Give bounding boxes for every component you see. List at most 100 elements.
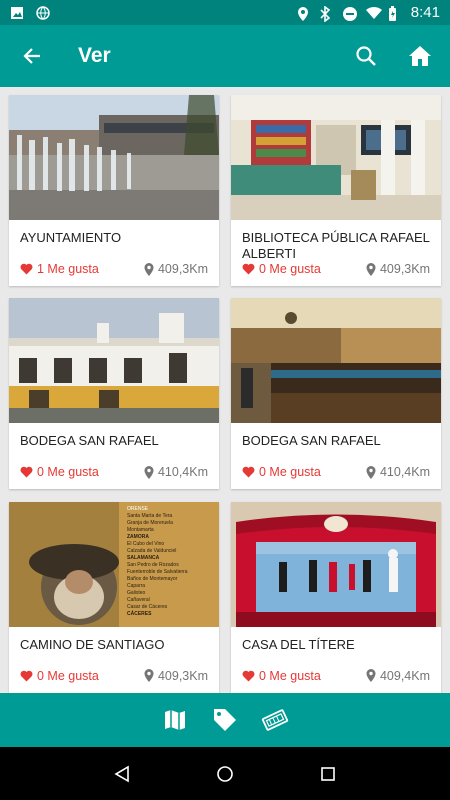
map-label: El Cubo del Vino <box>127 540 165 547</box>
like-button[interactable]: 0 Me gusta <box>20 669 99 683</box>
distance: 409,4Km <box>366 669 430 683</box>
place-name: BIBLIOTECA PÚBLICA RAFAEL ALBERTI <box>242 230 430 261</box>
globe-notification-icon <box>36 5 50 20</box>
map-label: SALAMANCA <box>127 554 160 561</box>
bluetooth-icon <box>319 4 333 23</box>
place-photo-ayuntamiento <box>9 95 219 220</box>
ticket-icon <box>261 709 289 731</box>
arrow-back-icon <box>23 48 40 64</box>
like-button[interactable]: 1 Me gusta <box>20 262 99 276</box>
likes-count: 1 Me gusta <box>37 262 99 276</box>
tags-button[interactable] <box>211 706 239 734</box>
location-pin-icon <box>144 465 154 479</box>
place-photo-camino-santiago: ORENSE Santa Marta de Tera Granja de Mor… <box>9 501 219 627</box>
distance-value: 410,4Km <box>157 465 208 480</box>
map-label: Granja de Moreruela <box>127 519 173 526</box>
like-button[interactable]: 0 Me gusta <box>242 262 321 276</box>
place-photo-casa-titere <box>231 501 441 627</box>
home-button[interactable] <box>400 36 440 76</box>
map-label: ZAMORA <box>127 533 149 540</box>
map-label: Fuenterroble de Salvatierra <box>127 568 188 575</box>
place-card[interactable]: BODEGA SAN RAFAEL 0 Me gusta 410,4Km <box>231 298 441 490</box>
likes-count: 0 Me gusta <box>37 668 99 683</box>
place-name: BODEGA SAN RAFAEL <box>20 433 159 449</box>
nav-home-button[interactable] <box>205 754 245 794</box>
place-name: CASA DEL TÍTERE <box>242 636 355 652</box>
route-map-labels: ORENSE Santa Marta de Tera Granja de Mor… <box>127 506 217 618</box>
place-card[interactable]: AYUNTAMIENTO 1 Me gusta 409,3Km <box>9 95 219 286</box>
map-label: San Pedro de Rozados <box>127 561 179 568</box>
page-title: Ver <box>78 44 111 67</box>
place-name: CAMINO DE SANTIAGO <box>20 636 165 652</box>
place-photo-biblioteca <box>231 95 441 220</box>
likes-count: 0 Me gusta <box>259 668 321 683</box>
search-button[interactable] <box>346 36 386 76</box>
place-name: AYUNTAMIENTO <box>20 230 122 245</box>
heart-icon <box>242 263 255 275</box>
distance-value: 409,3Km <box>157 668 208 683</box>
map-icon <box>165 710 185 730</box>
wifi-icon <box>365 6 382 20</box>
home-icon <box>409 46 431 66</box>
distance-value: 409,3Km <box>379 262 430 276</box>
heart-icon <box>20 467 33 478</box>
location-pin-icon <box>144 669 154 683</box>
map-label: Galisteo <box>127 589 146 596</box>
distance: 409,3Km <box>366 262 430 276</box>
heart-icon <box>242 467 255 478</box>
likes-count: 0 Me gusta <box>259 262 321 276</box>
do-not-disturb-icon <box>342 6 357 21</box>
location-pin-icon <box>144 262 154 276</box>
image-notification-icon <box>10 6 24 20</box>
location-icon <box>296 6 310 21</box>
map-label: Santa Marta de Tera <box>127 512 173 519</box>
search-icon <box>356 46 376 66</box>
location-pin-icon <box>366 669 376 683</box>
tag-icon <box>214 709 236 731</box>
nav-home-icon <box>217 765 233 782</box>
place-card[interactable]: BIBLIOTECA PÚBLICA RAFAEL ALBERTI 0 Me g… <box>231 95 441 286</box>
battery-icon <box>388 5 402 21</box>
nav-recents-button[interactable] <box>308 754 348 794</box>
distance: 409,3Km <box>144 669 208 683</box>
system-nav-bar <box>0 747 450 800</box>
map-label: ORENSE <box>127 505 149 512</box>
location-pin-icon <box>366 262 376 276</box>
back-button[interactable] <box>12 36 52 76</box>
places-grid: AYUNTAMIENTO 1 Me gusta 409,3Km BIBLIOTE… <box>0 87 450 693</box>
like-button[interactable]: 0 Me gusta <box>242 669 321 683</box>
nav-back-button[interactable] <box>102 754 142 794</box>
place-name: BODEGA SAN RAFAEL <box>242 433 381 449</box>
map-button[interactable] <box>161 706 189 734</box>
heart-icon <box>20 670 33 682</box>
distance: 409,3Km <box>144 262 208 276</box>
distance-value: 409,3Km <box>157 262 208 276</box>
likes-count: 0 Me gusta <box>37 465 99 480</box>
app-bar: Ver <box>0 25 450 87</box>
map-label: Caparra <box>127 582 146 589</box>
map-label: Cañaveral <box>127 596 150 603</box>
bottom-action-bar <box>0 693 450 747</box>
distance-value: 409,4Km <box>379 668 430 683</box>
place-photo-bodega-interior <box>231 298 441 424</box>
tickets-button[interactable] <box>261 706 289 734</box>
nav-recents-icon <box>321 766 336 781</box>
place-card[interactable]: CASA DEL TÍTERE 0 Me gusta 409,4Km <box>231 501 441 693</box>
map-label: Montamarta <box>127 526 154 533</box>
distance-value: 410,4Km <box>379 465 430 480</box>
distance: 410,4Km <box>366 465 430 479</box>
distance: 410,4Km <box>144 465 208 479</box>
likes-count: 0 Me gusta <box>259 465 321 480</box>
like-button[interactable]: 0 Me gusta <box>242 465 321 479</box>
place-photo-bodega-exterior <box>9 298 219 424</box>
status-time: 8:41 <box>410 4 440 21</box>
location-pin-icon <box>366 465 376 479</box>
heart-icon <box>20 263 33 275</box>
status-bar: 8:41 <box>0 0 450 25</box>
place-card[interactable]: ORENSE Santa Marta de Tera Granja de Mor… <box>9 501 219 693</box>
nav-back-icon <box>114 765 129 782</box>
map-label: Casar de Cáceres <box>127 603 168 610</box>
place-card[interactable]: BODEGA SAN RAFAEL 0 Me gusta 410,4Km <box>9 298 219 490</box>
heart-icon <box>242 670 255 682</box>
like-button[interactable]: 0 Me gusta <box>20 465 99 479</box>
